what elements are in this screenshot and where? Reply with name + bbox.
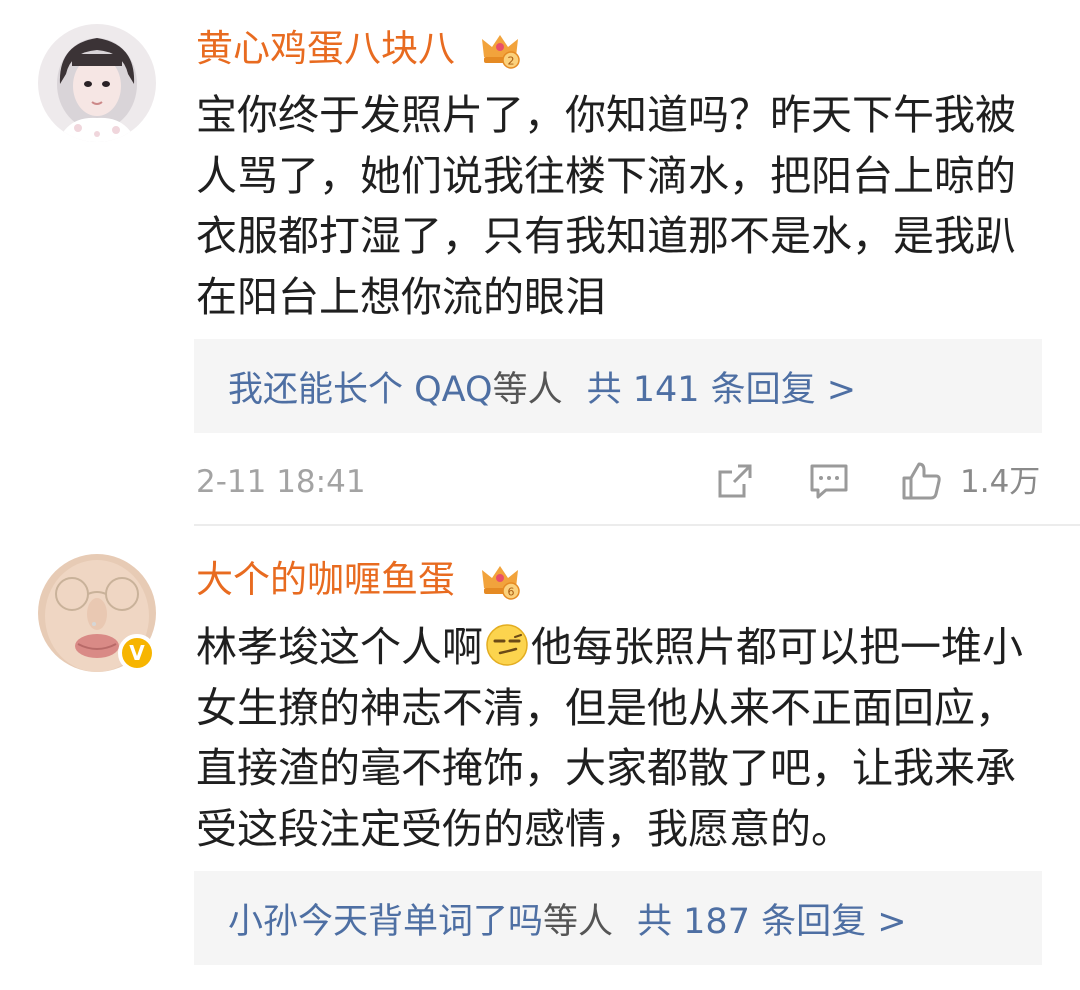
reply-users[interactable]: 小孙今天背单词了吗 [228, 893, 543, 944]
reply-mid-text: 等人 [543, 901, 614, 942]
comment-text: 宝你终于发照片了，你知道吗？昨天下午我被人骂了，她们说我往楼下滴水，把阳台上晾的… [196, 91, 1016, 321]
svg-text:2: 2 [508, 55, 515, 68]
comment-time: 2-11 18:41 [196, 464, 366, 500]
avatar-image [38, 24, 156, 142]
smirk-emoji-icon [486, 624, 528, 666]
comment-item: 黄心鸡蛋八块八 2 宝你终于发照片了，你知道吗？昨天下午我被人骂了，她们说我往楼… [0, 0, 1080, 525]
comment-text-part: 林孝埈这个人啊 [196, 623, 483, 671]
comment-icon[interactable] [808, 460, 850, 502]
reply-mid-text: 等人 [492, 369, 563, 410]
svg-text:6: 6 [508, 586, 515, 599]
reply-count-link[interactable]: 共 141 条回复 > [587, 361, 857, 412]
username[interactable]: 大个的咖喱鱼蛋 [196, 558, 455, 602]
avatar[interactable] [38, 24, 156, 142]
reply-count-link[interactable]: 共 187 条回复 > [637, 893, 907, 944]
share-icon[interactable] [714, 460, 756, 502]
like-count: 1.4万 [960, 464, 1041, 500]
comment-text: 林孝埈这个人啊 他每张照片都可以把一堆小女生撩的神志不清，但是他从来不正面回应，… [196, 617, 1056, 859]
comment-meta: 2-11 18:41 1.4万 [196, 460, 1042, 504]
like-icon[interactable] [900, 460, 942, 502]
crown-badge-icon: 2 [482, 35, 520, 69]
comment-divider [194, 524, 1080, 526]
username[interactable]: 黄心鸡蛋八块八 [196, 27, 455, 71]
reply-users[interactable]: 我还能长个 QAQ [228, 361, 493, 412]
verified-badge-icon: V [118, 634, 156, 672]
reply-summary[interactable]: 小孙今天背单词了吗 等人 共 187 条回复 > [194, 871, 1042, 965]
reply-summary[interactable]: 我还能长个 QAQ 等人 共 141 条回复 > [194, 339, 1042, 433]
crown-badge-icon: 6 [482, 566, 520, 600]
comment-item: V 大个的咖喱鱼蛋 6 林孝埈这个人啊 他每张照片都可以把一堆小女生撩的神志不清… [0, 528, 1080, 990]
